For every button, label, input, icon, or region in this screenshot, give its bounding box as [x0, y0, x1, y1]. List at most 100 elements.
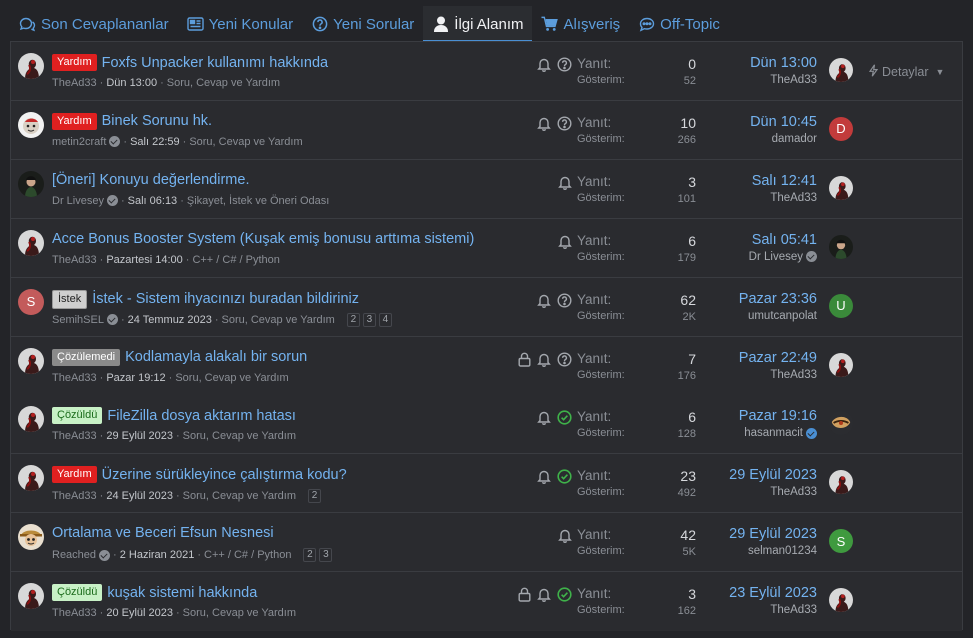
thread-author[interactable]: TheAd33: [52, 607, 97, 619]
thread-title[interactable]: FileZilla dosya aktarım hatası: [107, 408, 296, 424]
bell-icon[interactable]: [537, 57, 551, 72]
author-avatar[interactable]: [18, 111, 44, 138]
thread-prefix-label[interactable]: Yardım: [52, 54, 97, 71]
last-post-user[interactable]: TheAd33: [770, 369, 817, 381]
last-poster-avatar[interactable]: [829, 352, 853, 377]
thread-forum[interactable]: Soru, Cevap ve Yardım: [183, 430, 296, 442]
last-poster-avatar[interactable]: [829, 588, 853, 613]
last-post-user[interactable]: TheAd33: [770, 486, 817, 498]
author-avatar[interactable]: [18, 53, 44, 79]
thread-author[interactable]: TheAd33: [52, 430, 97, 442]
thread-start-date[interactable]: Salı 22:59: [130, 136, 180, 148]
last-post-user[interactable]: umutcanpolat: [748, 310, 817, 322]
thread-title[interactable]: İstek - Sistem ihyacınızı buradan bildir…: [92, 291, 359, 307]
author-avatar[interactable]: [18, 170, 44, 197]
author-avatar[interactable]: [18, 229, 44, 256]
thread-title[interactable]: Acce Bonus Booster System (Kuşak emiş bo…: [52, 231, 474, 247]
page-link[interactable]: 2: [308, 489, 321, 504]
tab-newspaper[interactable]: Yeni Konular: [178, 6, 303, 42]
tab-cart[interactable]: Alışveriş: [532, 6, 629, 42]
thread-title[interactable]: Ortalama ve Beceri Efsun Nesnesi: [52, 525, 274, 541]
thread-title[interactable]: Üzerine sürükleyince çalıştırma kodu?: [102, 467, 347, 483]
thread-prefix-label[interactable]: Yardım: [52, 112, 97, 130]
last-post-date[interactable]: Pazar 23:36: [739, 291, 817, 307]
thread-start-date[interactable]: Salı 06:13: [128, 195, 178, 207]
author-avatar[interactable]: [18, 524, 44, 551]
last-post-date[interactable]: Dün 10:45: [750, 114, 817, 130]
page-link[interactable]: 3: [362, 312, 376, 327]
bell-icon[interactable]: [537, 469, 551, 485]
thread-author[interactable]: TheAd33: [52, 490, 97, 502]
thread-row[interactable]: Yardım Üzerine sürükleyince çalıştırma ko…: [11, 454, 962, 514]
last-poster-avatar[interactable]: D: [829, 116, 853, 141]
thread-forum[interactable]: C++ / C# / Python: [204, 549, 291, 561]
tab-question-circle[interactable]: Yeni Sorular: [302, 6, 423, 42]
last-post-user[interactable]: hasanmacit: [744, 427, 803, 439]
author-avatar[interactable]: [18, 583, 44, 610]
last-poster-avatar[interactable]: [829, 58, 853, 82]
bell-icon[interactable]: [558, 528, 572, 544]
thread-author[interactable]: SemihSEL: [52, 314, 104, 326]
thread-prefix-label[interactable]: Çözüldü: [52, 584, 103, 602]
thread-forum[interactable]: Soru, Cevap ve Yardım: [183, 607, 296, 619]
last-post-user[interactable]: Dr Livesey: [749, 251, 803, 263]
thread-author[interactable]: Dr Livesey: [52, 195, 104, 207]
thread-forum[interactable]: Soru, Cevap ve Yardım: [189, 136, 302, 148]
last-post-user[interactable]: TheAd33: [770, 192, 817, 204]
last-post-date[interactable]: 23 Eylül 2023: [729, 585, 817, 601]
thread-author[interactable]: metin2craft: [52, 136, 106, 148]
thread-title[interactable]: kuşak sistemi hakkında: [107, 585, 257, 601]
bell-icon[interactable]: [558, 234, 572, 249]
last-post-date[interactable]: 29 Eylül 2023: [729, 467, 817, 483]
thread-start-date[interactable]: 29 Eylül 2023: [106, 430, 173, 442]
thread-title[interactable]: Kodlamayla alakalı bir sorun: [125, 349, 307, 365]
thread-title[interactable]: Binek Sorunu hk.: [102, 113, 212, 129]
thread-forum[interactable]: Şikayet, İstek ve Öneri Odası: [187, 195, 329, 207]
tab-user[interactable]: İlgi Alanım: [423, 6, 533, 42]
last-post-date[interactable]: Salı 05:41: [749, 232, 817, 248]
thread-start-date[interactable]: Pazartesi 14:00: [106, 254, 182, 266]
thread-start-date[interactable]: 24 Eylül 2023: [106, 490, 173, 502]
author-avatar[interactable]: [18, 465, 44, 492]
thread-forum[interactable]: Soru, Cevap ve Yardım: [183, 490, 296, 502]
thread-forum[interactable]: Soru, Cevap ve Yardım: [175, 372, 288, 384]
bell-icon[interactable]: [537, 116, 551, 131]
tab-chat[interactable]: Off-Topic: [629, 6, 729, 42]
last-poster-avatar[interactable]: S: [829, 529, 853, 554]
thread-author[interactable]: Reached: [52, 549, 96, 561]
thread-row[interactable]: Ortalama ve Beceri Efsun Nesnesi Reached ·…: [11, 513, 962, 573]
thread-start-date[interactable]: 2 Haziran 2021: [120, 549, 195, 561]
author-avatar[interactable]: [18, 347, 44, 374]
last-post-user[interactable]: TheAd33: [770, 604, 817, 616]
last-post-date[interactable]: 29 Eylül 2023: [729, 526, 817, 542]
thread-prefix-label[interactable]: Çözüldü: [52, 407, 103, 425]
details-dropdown[interactable]: Detaylar ▼: [868, 64, 944, 80]
thread-title[interactable]: [Öneri] Konuyu değerlendirme.: [52, 172, 249, 188]
thread-start-date[interactable]: Dün 13:00: [106, 77, 157, 89]
thread-row[interactable]: Çözülemedi Kodlamayla alakalı bir sorun Th…: [11, 336, 962, 396]
thread-forum[interactable]: Soru, Cevap ve Yardım: [222, 314, 335, 326]
last-post-date[interactable]: Pazar 19:16: [739, 408, 817, 424]
thread-forum[interactable]: C++ / C# / Python: [192, 254, 279, 266]
thread-row[interactable]: S İstek İstek - Sistem ihyacınızı buradan …: [11, 277, 962, 337]
last-poster-avatar[interactable]: [829, 234, 853, 259]
thread-prefix-label[interactable]: Yardım: [52, 466, 97, 484]
page-link[interactable]: 2: [346, 312, 360, 327]
bell-icon[interactable]: [537, 293, 551, 308]
last-post-user[interactable]: damador: [772, 133, 817, 145]
last-poster-avatar[interactable]: [829, 411, 853, 436]
thread-author[interactable]: TheAd33: [52, 77, 97, 89]
last-post-date[interactable]: Pazar 22:49: [739, 350, 817, 366]
tab-comments[interactable]: Son Cevaplananlar: [10, 6, 178, 42]
page-link[interactable]: 4: [378, 312, 392, 327]
thread-row[interactable]: Acce Bonus Booster System (Kuşak emiş bo…: [11, 218, 962, 278]
last-poster-avatar[interactable]: U: [829, 293, 853, 318]
bell-icon[interactable]: [537, 352, 551, 367]
thread-prefix-label[interactable]: Çözülemedi: [52, 348, 121, 366]
last-post-date[interactable]: Dün 13:00: [750, 55, 817, 71]
last-post-user[interactable]: selman01234: [748, 545, 817, 557]
thread-forum[interactable]: Soru, Cevap ve Yardım: [167, 77, 280, 89]
thread-row[interactable]: Çözüldü kuşak sistemi hakkında TheAd33 · 20 …: [11, 572, 962, 632]
thread-row[interactable]: Çözüldü FileZilla dosya aktarım hatası The…: [11, 395, 962, 455]
bell-icon[interactable]: [537, 587, 551, 603]
